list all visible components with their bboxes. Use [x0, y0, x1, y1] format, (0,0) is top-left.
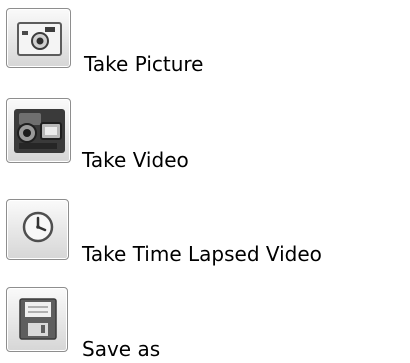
- take-time-lapsed-video-button[interactable]: [6, 199, 69, 260]
- save-as-label: Save as: [82, 337, 161, 361]
- take-video-button[interactable]: [6, 98, 71, 163]
- take-time-lapsed-video-label: Take Time Lapsed Video: [82, 242, 322, 266]
- camera-icon: [17, 22, 62, 56]
- clock-icon: [22, 211, 54, 243]
- save-as-button[interactable]: [6, 287, 68, 352]
- take-picture-label: Take Picture: [84, 52, 204, 76]
- floppy-disk-icon: [19, 298, 57, 340]
- video-camera-icon: [14, 109, 65, 153]
- take-video-label: Take Video: [82, 148, 189, 172]
- take-picture-button[interactable]: [6, 8, 71, 68]
